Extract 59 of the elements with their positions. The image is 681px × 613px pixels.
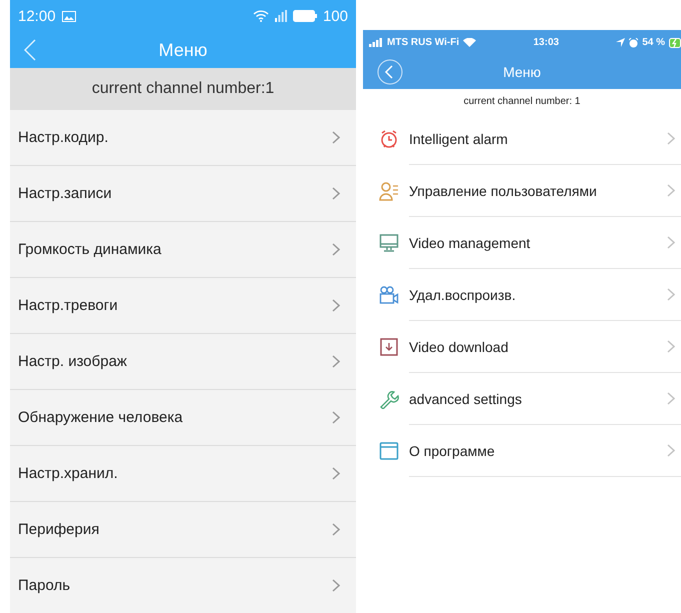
menu-item-label: Intelligent alarm <box>409 130 509 146</box>
chevron-icon <box>667 184 675 197</box>
chevron-icon <box>332 411 340 424</box>
back-icon[interactable] <box>24 39 36 61</box>
chevron-icon <box>332 243 340 256</box>
menu-item[interactable]: Video management <box>363 217 681 269</box>
chevron-icon <box>332 467 340 480</box>
status-time: 13:03 <box>533 37 559 48</box>
channel-label: current channel number:1 <box>92 80 274 98</box>
battery-charging-icon <box>669 38 681 48</box>
menu-item-label: Настр.тревоги <box>18 297 119 314</box>
screen-title: Меню <box>503 64 541 80</box>
menu-item-label: Настр.хранил. <box>18 465 119 482</box>
menu-item-label: Video management <box>409 234 532 250</box>
menu-item-label: Управление пользователями <box>409 182 598 198</box>
chevron-icon <box>667 444 675 457</box>
battery-level: 54 % <box>642 37 665 48</box>
alarm-clock-icon <box>629 38 638 48</box>
chevron-icon <box>332 187 340 200</box>
menu-item-label: Настр. изображ <box>18 353 128 370</box>
signal-icon <box>369 38 383 47</box>
battery-icon <box>292 10 317 22</box>
wifi-icon <box>252 10 269 22</box>
menu-item[interactable]: advanced settings <box>363 373 681 425</box>
menu-item-label: Пароль <box>18 577 72 594</box>
menu-item[interactable]: Управление пользователями <box>363 165 681 217</box>
chevron-icon <box>332 299 340 312</box>
menu-item[interactable]: Удал.воспроизв. <box>363 269 681 321</box>
wifi-icon <box>463 38 476 47</box>
battery-level: 100 <box>322 8 348 24</box>
chevron-icon <box>667 340 675 353</box>
menu-item[interactable]: Video download <box>363 321 681 373</box>
menu-item-label: Настр.записи <box>18 185 113 202</box>
menu-item-label: Обнаружение человека <box>18 409 184 426</box>
menu-item[interactable]: Intelligent alarm <box>363 113 681 165</box>
menu-item[interactable]: О программе <box>363 425 681 477</box>
status-time: 12:00 <box>18 8 56 24</box>
carrier-label: MTS RUS Wi-Fi <box>387 37 460 48</box>
menu-item-label: Настр.кодир. <box>18 129 110 146</box>
chevron-icon <box>667 392 675 405</box>
back-icon[interactable] <box>377 59 403 85</box>
chevron-icon <box>332 131 340 144</box>
menu-item-label: О программе <box>409 442 496 458</box>
chevron-icon <box>332 355 340 368</box>
menu-item-label: Video download <box>409 338 510 354</box>
screen-title: Меню <box>158 40 208 60</box>
chevron-icon <box>667 288 675 301</box>
chevron-icon <box>667 132 675 145</box>
chevron-icon <box>667 236 675 249</box>
menu-item-label: Удал.воспроизв. <box>409 286 517 302</box>
menu-item-label: Громкость динамика <box>18 241 162 258</box>
signal-icon <box>274 10 287 22</box>
menu-item-label: advanced settings <box>409 390 523 406</box>
chevron-icon <box>332 523 340 536</box>
image-icon <box>62 10 76 22</box>
channel-label: current channel number: 1 <box>464 96 580 106</box>
chevron-icon <box>332 579 340 592</box>
menu-item-label: Периферия <box>18 521 100 538</box>
location-icon <box>616 38 626 47</box>
